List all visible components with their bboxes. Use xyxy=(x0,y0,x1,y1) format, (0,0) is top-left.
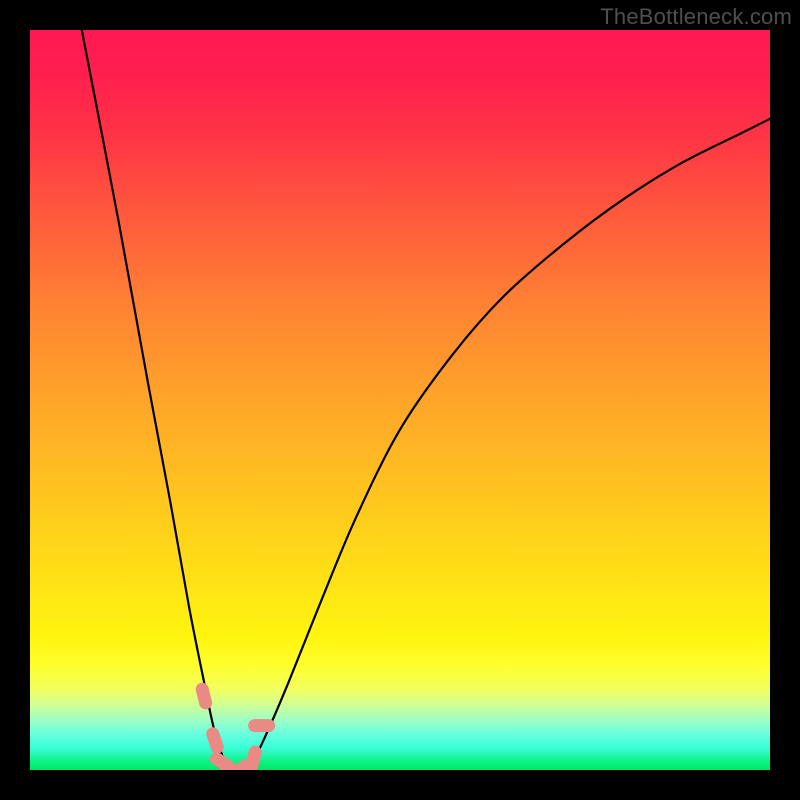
marker-point xyxy=(236,765,247,770)
outer-frame: TheBottleneck.com xyxy=(0,0,800,800)
curve-markers xyxy=(202,689,268,770)
plot-area xyxy=(30,30,770,770)
marker-point xyxy=(213,734,217,747)
marker-point xyxy=(252,752,255,766)
watermark-text: TheBottleneck.com xyxy=(600,4,792,30)
bottleneck-chart xyxy=(30,30,770,770)
bottleneck-curve xyxy=(82,30,770,770)
marker-point xyxy=(202,689,205,703)
